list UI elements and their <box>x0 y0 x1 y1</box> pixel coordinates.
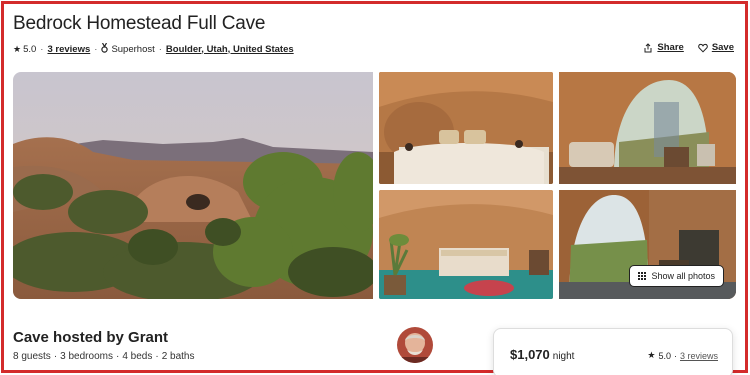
photo-second-bedroom[interactable] <box>379 190 553 299</box>
save-button[interactable]: Save <box>698 42 734 53</box>
price-value: $1,070 <box>510 347 550 362</box>
show-all-photos-label: Show all photos <box>651 271 715 281</box>
separator-dot: · <box>40 43 44 55</box>
photo-cave-opening[interactable]: Show all photos <box>559 190 736 299</box>
location-link[interactable]: Boulder, Utah, United States <box>166 44 294 55</box>
share-button[interactable]: Share <box>643 42 684 53</box>
separator-dot: · <box>155 351 159 362</box>
separator-dot: · <box>158 43 162 55</box>
photo-cave-window[interactable] <box>559 72 736 184</box>
save-label: Save <box>711 42 734 53</box>
photo-main-landscape[interactable] <box>13 72 373 299</box>
separator-dot: · <box>94 43 98 55</box>
heart-icon <box>698 43 708 53</box>
separator-dot: · <box>673 350 677 361</box>
host-avatar[interactable] <box>397 327 433 363</box>
show-all-photos-button[interactable]: Show all photos <box>629 265 724 287</box>
price-unit: night <box>552 351 575 362</box>
baths-count: 2 baths <box>161 351 195 362</box>
listing-title: Bedrock Homestead Full Cave <box>13 13 266 34</box>
bedrooms-count: 3 bedrooms <box>60 351 113 362</box>
booking-card: $1,070 night ★ 5.0 · 3 reviews <box>493 328 733 375</box>
share-icon <box>644 42 652 52</box>
medal-icon <box>101 42 109 55</box>
listing-capacity: 8 guests · 3 bedrooms · 4 beds · 2 baths <box>13 351 195 362</box>
star-icon: ★ <box>13 43 22 54</box>
booking-reviews-link[interactable]: 3 reviews <box>680 351 718 361</box>
photo-gallery: Show all photos <box>13 72 736 299</box>
share-label: Share <box>657 42 684 53</box>
superhost-label: Superhost <box>111 43 155 55</box>
photo-bedroom-cave[interactable] <box>379 72 553 184</box>
listing-meta-row: ★ 5.0 · 3 reviews · Superhost · Boulder,… <box>13 42 294 56</box>
reviews-link[interactable]: 3 reviews <box>47 44 90 55</box>
star-icon: ★ <box>647 350 656 360</box>
guests-count: 8 guests <box>13 351 51 362</box>
booking-rating-value: 5.0 <box>658 350 671 361</box>
beds-count: 4 beds <box>122 351 153 362</box>
rating-value: 5.0 <box>23 43 37 55</box>
price: $1,070 night <box>510 347 574 362</box>
separator-dot: · <box>53 351 58 362</box>
booking-rating: ★ 5.0 · 3 reviews <box>647 350 718 361</box>
separator-dot: · <box>115 351 120 362</box>
grid-icon <box>638 271 647 281</box>
host-title: Cave hosted by Grant <box>13 329 169 346</box>
listing-actions: Share Save <box>643 42 734 53</box>
